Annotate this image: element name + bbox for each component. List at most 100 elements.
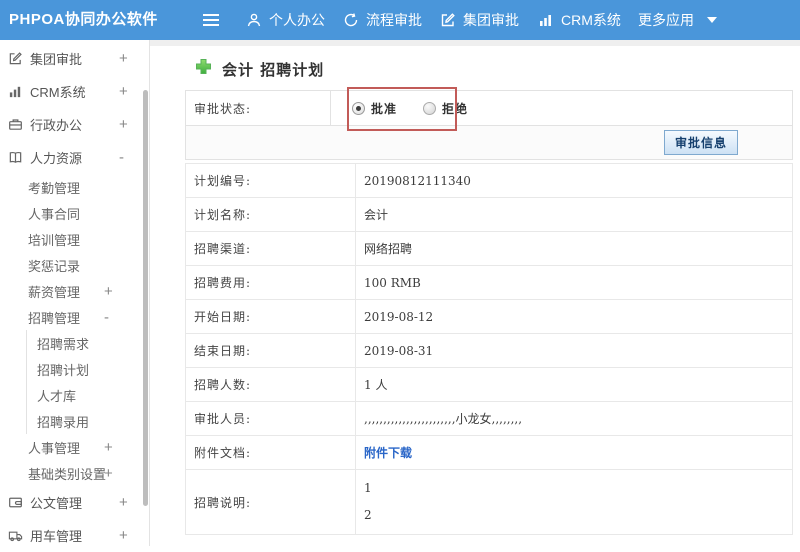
caret-down-icon <box>707 17 717 23</box>
expand-toggle[interactable]: + <box>119 486 128 519</box>
bar-chart-icon <box>538 12 554 28</box>
sidebar-item-personnel-mgmt[interactable]: 人事管理 + <box>0 434 149 460</box>
briefcase-icon <box>8 117 23 132</box>
sidebar-item-recruit-demand[interactable]: 招聘需求 <box>27 330 149 356</box>
edit-square-icon <box>8 51 23 66</box>
nav-more-apps[interactable]: 更多应用 <box>638 0 694 40</box>
plan-name-value: 会计 <box>364 208 389 222</box>
field-label: 计划编号: <box>186 164 356 197</box>
sidebar-item-group-approval[interactable]: 集团审批 + <box>0 42 149 75</box>
reject-radio[interactable] <box>423 101 437 115</box>
nav-personal-office[interactable]: 个人办公 <box>246 0 325 40</box>
sidebar-item-salary[interactable]: 薪资管理 + <box>0 278 149 304</box>
table-row: 审批人员: ,,,,,,,,,,,,,,,,,,,,,,,,小龙女,,,,,,,… <box>186 402 792 436</box>
sidebar-item-label: 行政办公 <box>30 118 83 133</box>
collapse-toggle[interactable]: - <box>119 141 124 174</box>
field-label: 结束日期: <box>186 334 356 367</box>
attachment-download-link[interactable]: 附件下载 <box>364 444 412 461</box>
table-row: 计划名称: 会计 <box>186 198 792 232</box>
expand-toggle[interactable]: + <box>119 42 128 75</box>
sidebar-item-hr-contract[interactable]: 人事合同 <box>0 200 149 226</box>
field-label: 审批人员: <box>186 402 356 435</box>
sidebar-item-recruit-mgmt[interactable]: 招聘管理 - <box>0 304 149 330</box>
sidebar-item-attendance[interactable]: 考勤管理 <box>0 174 149 200</box>
sidebar-item-label: 基础类别设置 <box>28 466 107 482</box>
table-row: 开始日期: 2019-08-12 <box>186 300 792 334</box>
sidebar-item-label: 招聘录用 <box>37 414 90 430</box>
sidebar-item-label: 人力资源 <box>30 151 83 166</box>
sidebar-item-label: 用车管理 <box>30 529 83 544</box>
page-title: 会计 招聘计划 <box>222 60 325 79</box>
expand-toggle[interactable]: + <box>104 460 113 486</box>
sidebar-item-vehicle-mgmt[interactable]: 用车管理 + <box>0 519 149 552</box>
nav-label: 个人办公 <box>269 12 325 28</box>
expand-toggle[interactable]: + <box>119 108 128 141</box>
approvers-value: ,,,,,,,,,,,,,,,,,,,,,,,,小龙女,,,,,,,, <box>364 412 523 426</box>
main-content: 会计 招聘计划 审批状态: 批准 拒绝 审批信息 计划编号: 201908121… <box>150 40 800 546</box>
table-row: 招聘人数: 1 人 <box>186 368 792 402</box>
edit-square-icon <box>440 12 456 28</box>
nav-label: 流程审批 <box>366 12 422 28</box>
nav-group-approval[interactable]: 集团审批 <box>440 0 519 40</box>
recruit-channel-value: 网络招聘 <box>364 242 413 256</box>
reject-radio-label[interactable]: 拒绝 <box>442 100 468 117</box>
table-row: 招聘渠道: 网络招聘 <box>186 232 792 266</box>
nav-label: 集团审批 <box>463 12 519 28</box>
approval-status-options: 批准 拒绝 <box>331 91 792 125</box>
truck-icon <box>8 528 23 543</box>
start-date-value: 2019-08-12 <box>364 309 434 324</box>
approve-radio-label[interactable]: 批准 <box>371 100 397 117</box>
nav-process-approval[interactable]: 流程审批 <box>343 0 422 40</box>
sidebar-item-recruit-hire[interactable]: 招聘录用 <box>27 408 149 434</box>
sidebar-item-document-mgmt[interactable]: 公文管理 + <box>0 486 149 519</box>
sidebar-item-label: 招聘管理 <box>28 310 81 326</box>
sidebar-item-label: 人事合同 <box>28 206 81 222</box>
description-line: 2 <box>364 508 372 522</box>
sidebar-item-label: 考勤管理 <box>28 180 81 196</box>
recruit-plan-detail-table: 计划编号: 20190812111340 计划名称: 会计 招聘渠道: 网络招聘… <box>185 163 793 535</box>
collapse-toggle[interactable]: - <box>104 304 109 330</box>
sidebar-scrollbar[interactable] <box>143 90 148 506</box>
sidebar-item-human-resources[interactable]: 人力资源 - <box>0 141 149 174</box>
field-label: 招聘人数: <box>186 368 356 401</box>
table-row: 计划编号: 20190812111340 <box>186 164 792 198</box>
sidebar-item-admin-office[interactable]: 行政办公 + <box>0 108 149 141</box>
plan-number-value: 20190812111340 <box>364 173 471 188</box>
field-label: 开始日期: <box>186 300 356 333</box>
sidebar-item-label: 人才库 <box>37 388 77 404</box>
sidebar-item-label: 招聘计划 <box>37 362 90 378</box>
sidebar-item-label: 薪资管理 <box>28 284 81 300</box>
description-line: 1 <box>364 481 372 495</box>
history-icon <box>343 12 359 28</box>
sidebar: 集团审批 + CRM系统 + 行政办公 + 人力资源 - 考勤管理 人事合同 培… <box>0 40 150 546</box>
table-row: 附件文档: 附件下载 <box>186 436 792 470</box>
expand-toggle[interactable]: + <box>104 278 113 304</box>
hamburger-icon <box>202 13 220 27</box>
headcount-value: 1 人 <box>364 378 388 392</box>
wallet-icon <box>8 495 23 510</box>
nav-crm-system[interactable]: CRM系统 <box>538 0 621 40</box>
sidebar-item-label: 培训管理 <box>28 232 81 248</box>
expand-toggle[interactable]: + <box>119 519 128 552</box>
end-date-value: 2019-08-31 <box>364 343 434 358</box>
sidebar-item-label: 奖惩记录 <box>28 258 81 274</box>
sidebar-item-label: 公文管理 <box>30 496 83 511</box>
recruit-description-value: 1 2 <box>356 470 792 534</box>
sidebar-item-base-category[interactable]: 基础类别设置 + <box>0 460 149 486</box>
sidebar-item-training[interactable]: 培训管理 <box>0 226 149 252</box>
book-icon <box>8 150 23 165</box>
menu-toggle-button[interactable] <box>202 0 220 40</box>
sidebar-item-label: CRM系统 <box>30 85 86 100</box>
sidebar-item-crm[interactable]: CRM系统 + <box>0 75 149 108</box>
add-plus-icon[interactable] <box>195 58 212 80</box>
approve-radio[interactable] <box>352 101 365 115</box>
sidebar-item-rewards[interactable]: 奖惩记录 <box>0 252 149 278</box>
table-row: 结束日期: 2019-08-31 <box>186 334 792 368</box>
approval-info-button[interactable]: 审批信息 <box>663 130 738 155</box>
expand-toggle[interactable]: + <box>119 75 128 108</box>
sidebar-item-talent-pool[interactable]: 人才库 <box>27 382 149 408</box>
expand-toggle[interactable]: + <box>104 434 113 460</box>
field-label: 附件文档: <box>186 436 356 469</box>
sidebar-item-recruit-plan[interactable]: 招聘计划 <box>27 356 149 382</box>
more-apps-dropdown[interactable] <box>707 0 717 40</box>
